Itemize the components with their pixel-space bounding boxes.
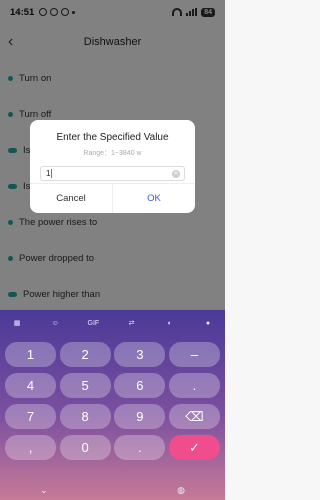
sticker-icon[interactable]: ☺ [46, 320, 64, 327]
key-period[interactable]: . [114, 435, 166, 460]
key-4[interactable]: 4 [5, 373, 56, 398]
key-5[interactable]: 5 [59, 373, 111, 398]
input-value: 1 [46, 169, 51, 178]
key-dot[interactable]: . [168, 373, 220, 398]
key-6[interactable]: 6 [114, 373, 166, 398]
done-icon[interactable]: ✓ [168, 435, 220, 460]
backspace-icon[interactable]: ⌫ [168, 404, 220, 429]
keyboard-keys: 1 2 3 – 4 5 6 . 7 8 9 ⌫ , 0 . ✓ [0, 342, 225, 466]
value-input[interactable]: 1 ✕ [40, 166, 185, 181]
dialog-actions: Cancel OK [30, 183, 195, 213]
key-1[interactable]: 1 [5, 342, 56, 367]
palette-icon[interactable]: ◐ [161, 320, 179, 327]
key-7[interactable]: 7 [5, 404, 56, 429]
gif-button[interactable]: GIF [84, 320, 102, 327]
key-9[interactable]: 9 [114, 404, 166, 429]
numeric-keyboard: ▦ ☺ GIF ⇄ ◐ ● 1 2 3 – 4 5 6 . 7 8 9 ⌫ , … [0, 310, 225, 500]
clear-icon[interactable]: ✕ [172, 170, 180, 178]
chevron-down-icon[interactable]: ⌄ [40, 485, 48, 496]
dialog-title: Enter the Specified Value [56, 132, 169, 143]
value-dialog: Enter the Specified Value Range：1~3840 w… [30, 120, 195, 213]
key-2[interactable]: 2 [59, 342, 111, 367]
translate-icon[interactable]: ⇄ [123, 319, 141, 327]
text-caret [51, 169, 53, 178]
ok-button[interactable]: OK [113, 184, 195, 213]
dialog-range: Range：1~3840 w [83, 150, 142, 157]
globe-icon[interactable]: ◍ [177, 485, 185, 496]
grid-icon[interactable]: ▦ [8, 319, 26, 327]
keyboard-toolbar: ▦ ☺ GIF ⇄ ◐ ● [0, 310, 225, 336]
key-minus[interactable]: – [168, 342, 220, 367]
key-8[interactable]: 8 [59, 404, 111, 429]
mic-icon[interactable]: ● [199, 320, 217, 327]
keyboard-bottom-bar: ⌄ ◍ [0, 482, 225, 498]
key-3[interactable]: 3 [114, 342, 166, 367]
cancel-button[interactable]: Cancel [30, 184, 113, 213]
key-0[interactable]: 0 [59, 435, 111, 460]
key-comma[interactable]: , [5, 435, 56, 460]
